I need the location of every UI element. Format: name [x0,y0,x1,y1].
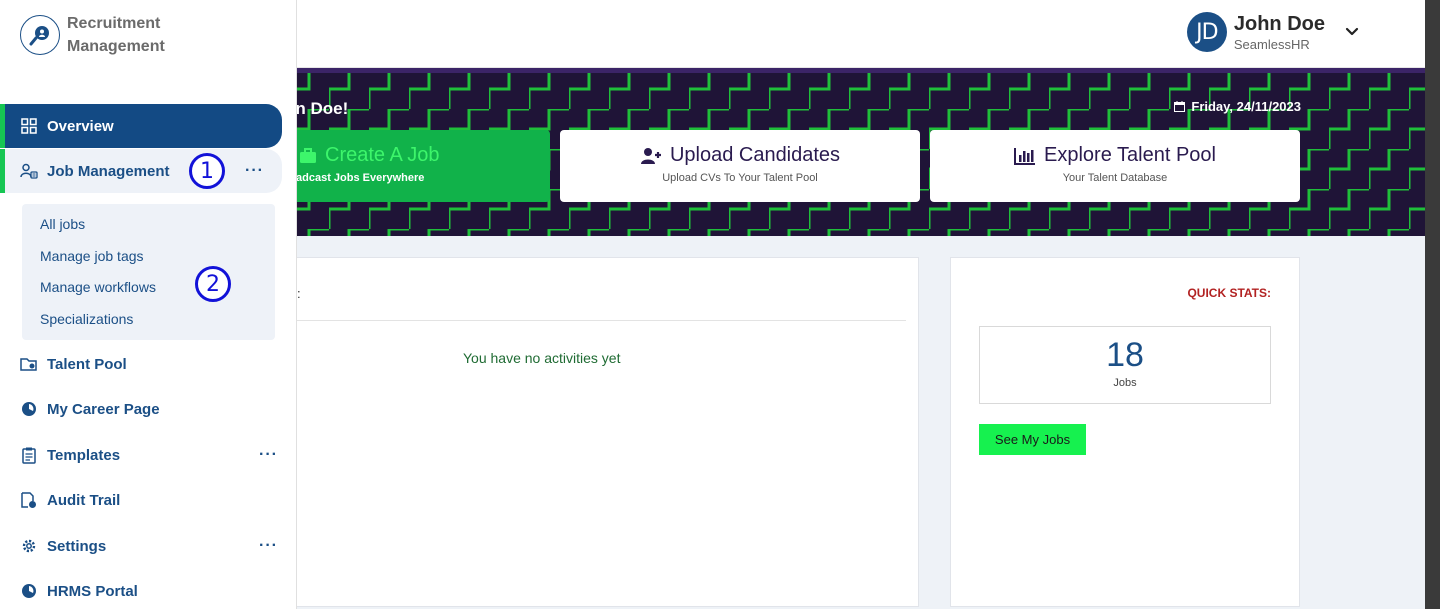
submenu-item-manage-workflows[interactable]: Manage workflows [40,279,156,295]
users-cog-icon [20,162,38,180]
app-logo[interactable]: Recruitment Management [20,12,165,58]
pie-icon [20,582,38,600]
calendar-icon [1174,101,1186,112]
avatar[interactable]: JD [1186,12,1227,52]
folder-user-icon [20,355,38,373]
panel-heading: : [297,286,301,301]
clipboard-icon [20,446,38,464]
create-job-title: Create A Job [325,144,440,166]
gear-icon [20,537,38,555]
welcome-text: hn Doe! [297,99,349,118]
sidebar-item-label: Audit Trail [47,491,121,509]
sidebar-item-settings[interactable]: Settings ··· [0,524,282,568]
sidebar-item-label: My Career Page [47,400,160,418]
top-header: JD John Doe SeamlessHR [297,0,1425,68]
sidebar: Recruitment Management Overview Job Mana… [0,0,297,609]
date-display: Friday, 24/11/2023 [1174,99,1301,114]
user-plus-icon [640,147,661,164]
sidebar-item-label: Settings [47,537,107,555]
upload-candidates-subtitle: Upload CVs To Your Talent Pool [662,172,818,184]
create-job-card[interactable]: Create A Job roadcast Jobs Everywhere [297,130,550,202]
submenu-item-manage-job-tags[interactable]: Manage job tags [40,248,144,264]
jobs-stat: 18 Jobs [979,326,1271,404]
user-org: SeamlessHR [1233,36,1310,52]
more-options-icon[interactable]: ··· [245,162,264,180]
user-menu[interactable]: JD John Doe SeamlessHR [1186,12,1359,52]
date-text: Friday, 24/11/2023 [1191,99,1301,114]
explore-talent-subtitle: Your Talent Database [1062,172,1168,184]
logo-icon [20,15,60,55]
sidebar-item-overview[interactable]: Overview [0,104,282,148]
pie-icon [20,400,38,418]
sidebar-item-label: Job Management [47,162,170,180]
user-name: John Doe [1233,12,1325,35]
quick-stats-panel: QUICK STATS: 18 Jobs See My Jobs [950,257,1300,607]
jobs-count: 18 [1106,336,1144,374]
divider [297,320,906,321]
bar-chart-icon [1014,147,1036,165]
sidebar-item-label: Overview [47,117,114,135]
sidebar-item-audit-trail[interactable]: Audit Trail [0,478,282,522]
file-clock-icon [20,491,38,509]
job-management-submenu: All jobs Manage job tags Manage workflow… [22,204,275,340]
sidebar-item-my-career-page[interactable]: My Career Page [0,387,282,431]
sidebar-item-label: Templates [47,446,121,464]
briefcase-icon [300,147,316,163]
more-options-icon[interactable]: ··· [259,446,278,464]
sidebar-item-label: Talent Pool [47,355,127,373]
window-edge [1425,0,1440,609]
annotation-marker-2: 2 [195,266,231,302]
sidebar-item-label: HRMS Portal [47,582,138,600]
chevron-down-icon[interactable] [1345,25,1359,39]
welcome-banner: hn Doe! Friday, 24/11/2023 Create A Job … [297,68,1425,236]
quick-stats-label: QUICK STATS: [1187,286,1271,300]
jobs-label: Jobs [1113,377,1137,389]
upload-candidates-card[interactable]: Upload Candidates Upload CVs To Your Tal… [560,130,920,202]
more-options-icon[interactable]: ··· [259,537,278,555]
explore-talent-card[interactable]: Explore Talent Pool Your Talent Database [930,130,1300,202]
upload-candidates-title: Upload Candidates [669,144,841,166]
sidebar-item-talent-pool[interactable]: Talent Pool [0,342,282,386]
sidebar-item-hrms-portal[interactable]: HRMS Portal [0,569,282,609]
see-my-jobs-button[interactable]: See My Jobs [979,424,1086,455]
explore-talent-title: Explore Talent Pool [1044,144,1216,166]
submenu-item-all-jobs[interactable]: All jobs [40,216,85,232]
sidebar-item-job-management[interactable]: Job Management ··· [0,149,282,193]
app-title-line2: Management [67,38,165,55]
annotation-marker-1: 1 [189,153,225,189]
grid-icon [20,117,38,135]
submenu-item-specializations[interactable]: Specializations [40,311,133,327]
create-job-subtitle: roadcast Jobs Everywhere [297,172,425,184]
sidebar-item-templates[interactable]: Templates ··· [0,433,282,477]
empty-activities-message: You have no activities yet [463,350,621,366]
app-title-line1: Recruitment [67,15,161,32]
activities-panel: : You have no activities yet [297,257,919,607]
